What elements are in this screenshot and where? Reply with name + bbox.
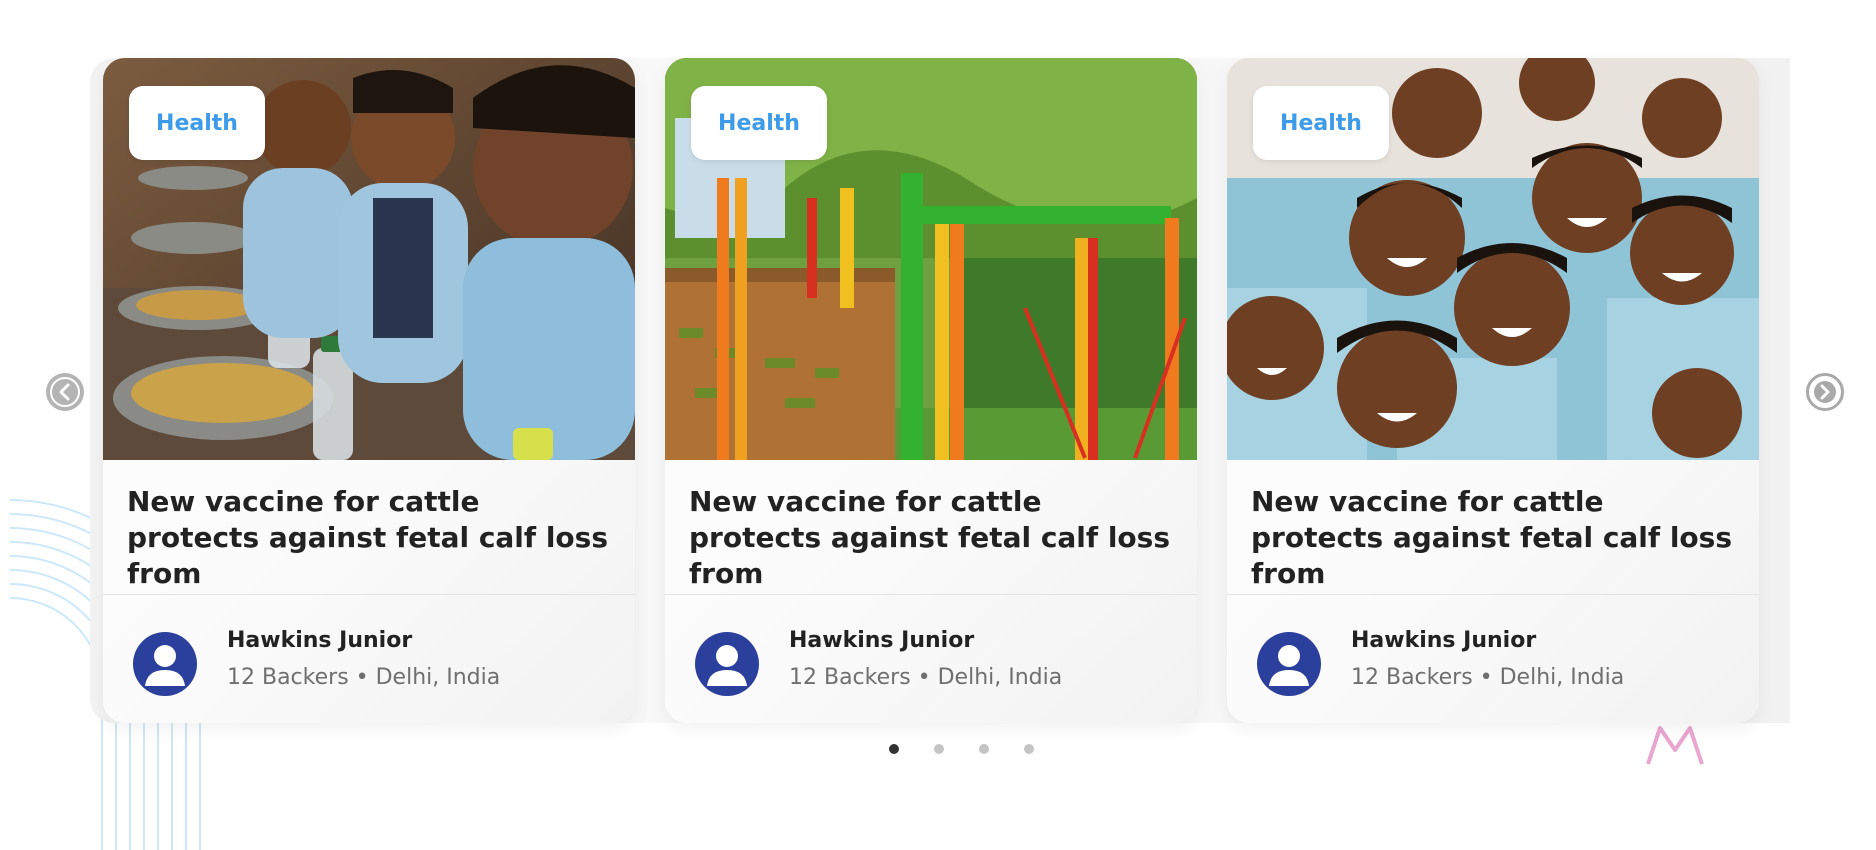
carousel-next-button[interactable] xyxy=(1806,373,1844,411)
pagination-dot-4[interactable] xyxy=(1024,744,1034,754)
author-name: Hawkins Junior xyxy=(789,628,975,653)
carousel-pagination xyxy=(889,744,1039,756)
chevron-right-icon xyxy=(1814,381,1836,403)
category-badge[interactable]: Health xyxy=(129,86,265,160)
card-title[interactable]: New vaccine for cattle protects against … xyxy=(689,484,1179,592)
author-name: Hawkins Junior xyxy=(227,628,413,653)
author-name: Hawkins Junior xyxy=(1351,628,1537,653)
campaign-card[interactable]: Health New vaccine for cattle protects a… xyxy=(665,58,1197,723)
card-title[interactable]: New vaccine for cattle protects against … xyxy=(127,484,617,592)
campaign-card[interactable]: Health New vaccine for cattle protects a… xyxy=(1227,58,1759,723)
chevron-left-icon xyxy=(50,377,80,407)
user-avatar-icon xyxy=(133,632,197,696)
user-avatar-icon xyxy=(1257,632,1321,696)
card-divider xyxy=(1227,594,1759,595)
pagination-dot-1[interactable] xyxy=(889,744,899,754)
page: Health New vaccine for cattle protects a… xyxy=(0,0,1876,850)
category-badge[interactable]: Health xyxy=(1253,86,1389,160)
author-meta: 12 Backers • Delhi, India xyxy=(1351,665,1625,690)
card-title[interactable]: New vaccine for cattle protects against … xyxy=(1251,484,1741,592)
carousel-prev-button[interactable] xyxy=(46,373,84,411)
pagination-dot-2[interactable] xyxy=(934,744,944,754)
card-image-children-eating: Health xyxy=(103,58,635,460)
campaign-card[interactable]: Health New vaccine for cattle protects a… xyxy=(103,58,635,723)
card-divider xyxy=(103,594,635,595)
user-avatar-icon xyxy=(695,632,759,696)
carousel-cards: Health New vaccine for cattle protects a… xyxy=(103,58,1763,723)
card-image-smiling-kids: Health xyxy=(1227,58,1759,460)
author-meta: 12 Backers • Delhi, India xyxy=(227,665,501,690)
card-image-playground: Health xyxy=(665,58,1197,460)
author-meta: 12 Backers • Delhi, India xyxy=(789,665,1063,690)
category-badge[interactable]: Health xyxy=(691,86,827,160)
card-divider xyxy=(665,594,1197,595)
pagination-dot-3[interactable] xyxy=(979,744,989,754)
